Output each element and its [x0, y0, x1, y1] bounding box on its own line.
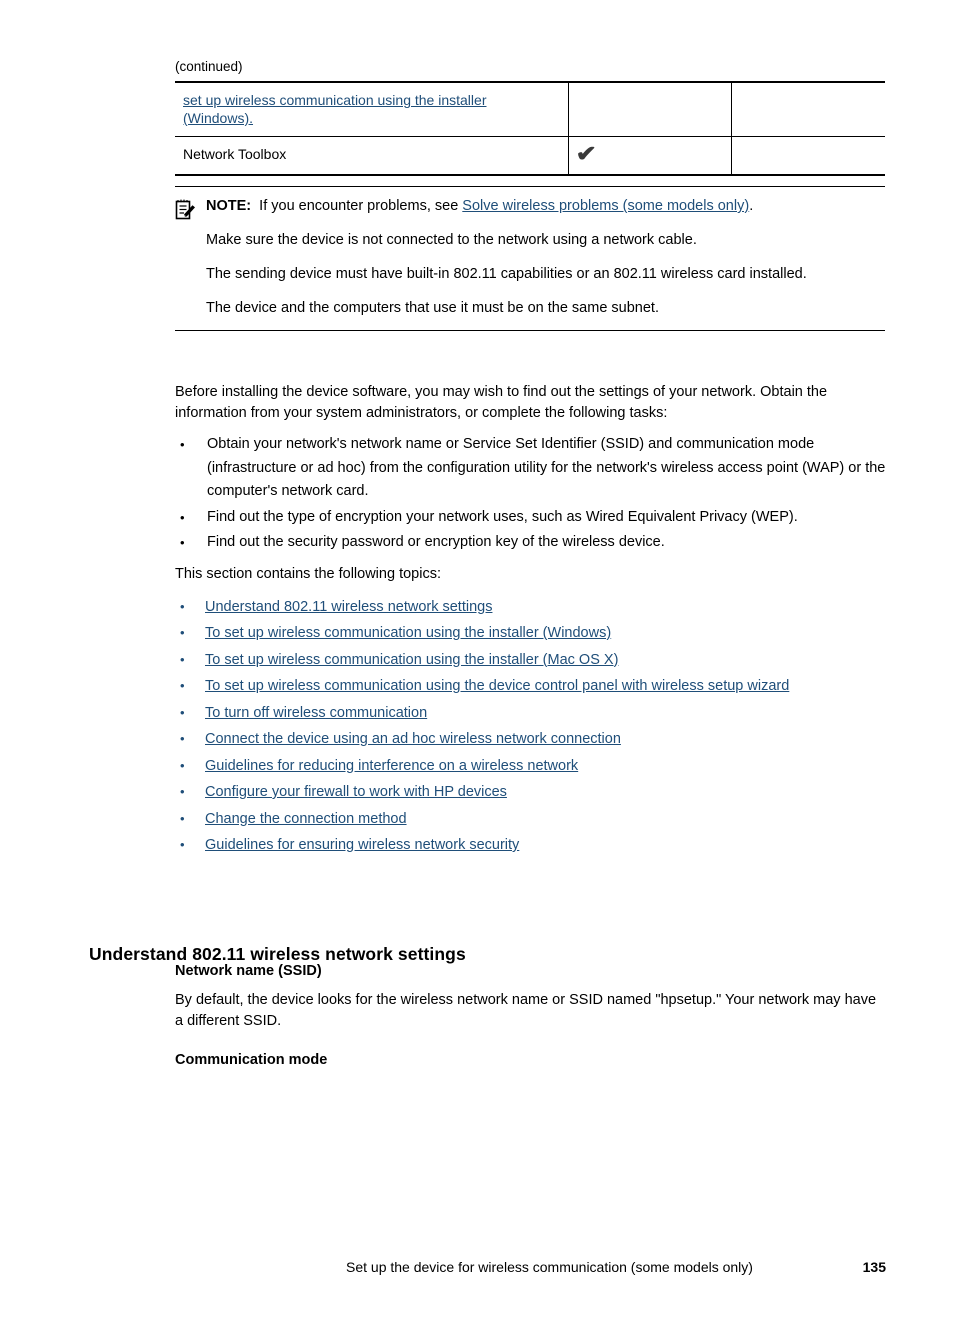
- list-item: To set up wireless communication using t…: [175, 620, 887, 647]
- note-paragraph: Make sure the device is not connected to…: [206, 232, 697, 248]
- list-item: To set up wireless communication using t…: [175, 647, 887, 674]
- checkmark-icon: ✔: [575, 141, 597, 166]
- table-rule-cell: [730, 174, 885, 177]
- list-item: Obtain your network's network name or Se…: [175, 433, 887, 504]
- note-label: NOTE:: [206, 198, 252, 214]
- intro-paragraph: Before installing the device software, y…: [175, 384, 828, 421]
- topic-link-reduce-interference[interactable]: Guidelines for reducing interference on …: [205, 758, 578, 774]
- note-clipboard-icon: [175, 199, 197, 221]
- table-cell-check-1: [567, 81, 731, 137]
- table-cell-name: set up wireless communication using the …: [175, 81, 568, 137]
- table-bottom-rule: [175, 174, 885, 177]
- page-number: 135: [862, 1259, 886, 1275]
- note-first-paragraph: NOTE: If you encounter problems, see Sol…: [206, 196, 885, 217]
- topic-link-control-panel-wizard[interactable]: To set up wireless communication using t…: [205, 678, 789, 694]
- note-paragraph: The sending device must have built-in 80…: [206, 266, 807, 282]
- subheading-communication-mode: Communication mode: [175, 1052, 328, 1068]
- topic-link-change-connection-method[interactable]: Change the connection method: [205, 811, 407, 827]
- note-callout: NOTE: If you encounter problems, see Sol…: [175, 186, 885, 331]
- list-item: Find out the type of encryption your net…: [175, 506, 887, 530]
- topic-link-understand-settings[interactable]: Understand 802.11 wireless network setti…: [205, 599, 492, 615]
- topic-link-installer-macosx[interactable]: To set up wireless communication using t…: [205, 652, 618, 668]
- list-item: To set up wireless communication using t…: [175, 673, 887, 700]
- page-footer: Set up the device for wireless communica…: [346, 1258, 886, 1277]
- topics-intro: This section contains the following topi…: [175, 565, 441, 582]
- note-text-pre: If you encounter problems, see: [259, 198, 463, 214]
- subheading-network-name: Network name (SSID): [175, 963, 322, 979]
- continued-label: (continued): [175, 59, 243, 74]
- note-body: NOTE: If you encounter problems, see Sol…: [206, 196, 885, 319]
- subsection-paragraph: By default, the device looks for the wir…: [175, 992, 877, 1029]
- list-item: Configure your firewall to work with HP …: [175, 779, 887, 806]
- table-rule-cell: [567, 174, 731, 177]
- note-link-solve-wireless-problems[interactable]: Solve wireless problems (some models onl…: [462, 198, 749, 214]
- table-row: set up wireless communication using the …: [175, 81, 885, 137]
- topic-link-network-security[interactable]: Guidelines for ensuring wireless network…: [205, 837, 519, 853]
- table-rule-cell: [175, 174, 568, 177]
- list-item: Find out the security password or encryp…: [175, 531, 887, 555]
- list-item: Guidelines for ensuring wireless network…: [175, 832, 887, 859]
- note-paragraph: The device and the computers that use it…: [206, 300, 659, 316]
- footer-title: Set up the device for wireless communica…: [346, 1259, 753, 1275]
- topic-link-installer-windows[interactable]: To set up wireless communication using t…: [205, 625, 611, 641]
- list-item: To turn off wireless communication: [175, 700, 887, 727]
- list-item: Change the connection method: [175, 806, 887, 833]
- list-item: Understand 802.11 wireless network setti…: [175, 594, 887, 621]
- table-cell-check-2: [730, 81, 885, 137]
- topic-link-configure-firewall[interactable]: Configure your firewall to work with HP …: [205, 784, 507, 800]
- note-text-post: .: [749, 198, 754, 214]
- body-content: Before installing the device software, y…: [175, 382, 887, 859]
- table-cell-check-2: [730, 136, 885, 175]
- list-item: Connect the device using an ad hoc wirel…: [175, 726, 887, 753]
- feature-table: set up wireless communication using the …: [175, 81, 885, 177]
- table-row: Network Toolbox ✔: [175, 136, 885, 175]
- table-cell-name: Network Toolbox: [175, 136, 568, 175]
- table-link-installer-windows[interactable]: set up wireless communication using the …: [183, 92, 486, 126]
- topic-link-ad-hoc-connection[interactable]: Connect the device using an ad hoc wirel…: [205, 731, 621, 747]
- list-item: Guidelines for reducing interference on …: [175, 753, 887, 780]
- section-body: Network name (SSID) By default, the devi…: [175, 961, 887, 1071]
- topics-link-list: Understand 802.11 wireless network setti…: [175, 594, 887, 859]
- prerequisite-list: Obtain your network's network name or Se…: [175, 433, 887, 555]
- topic-link-turn-off-wireless[interactable]: To turn off wireless communication: [205, 705, 427, 721]
- document-page: (continued) set up wireless communicatio…: [0, 0, 954, 1321]
- table-cell-check-1: ✔: [567, 136, 731, 175]
